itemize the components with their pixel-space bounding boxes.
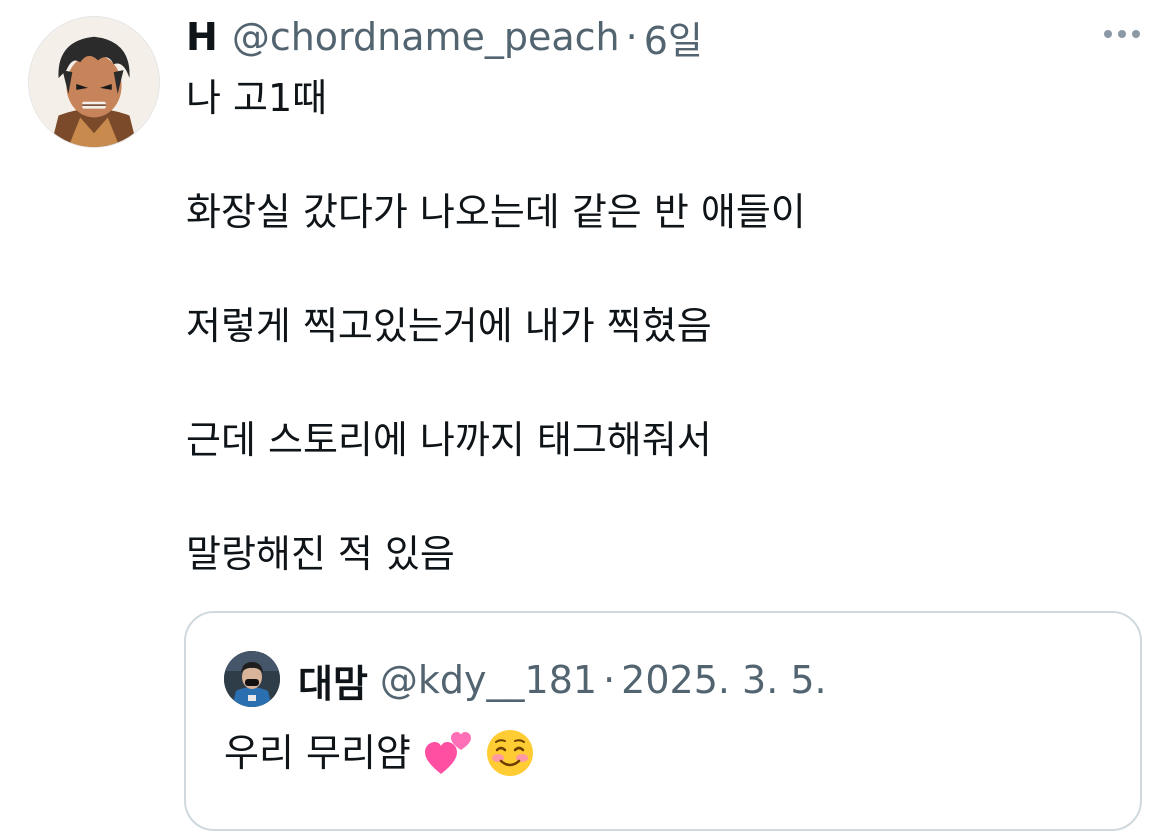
separator-dot: ·	[603, 658, 616, 702]
quoted-tweet-card[interactable]: 대맘 @kdy__181 · 2025. 3. 5. 우리 무리얌	[184, 611, 1142, 831]
author-avatar[interactable]	[28, 16, 160, 148]
tweet-body: 나 고1때 화장실 갔다가 나오는데 같은 반 애들이 저렇게 찍고있는거에 내…	[186, 70, 1126, 640]
quoted-tweet-text: 우리 무리얌	[224, 731, 411, 775]
tweet-timestamp[interactable]: 6일	[644, 10, 703, 65]
smiling-face-emoji	[485, 728, 535, 778]
quoted-tweet-timestamp[interactable]: 2025. 3. 5.	[621, 658, 826, 702]
quoted-tweet-body: 우리 무리얌	[224, 727, 535, 779]
tweet-line: 나 고1때	[186, 76, 328, 120]
quoted-tweet-header: 대맘 @kdy__181 · 2025. 3. 5.	[298, 653, 827, 707]
tweet-line: 근데 스토리에 나까지 태그해줘서	[186, 418, 712, 462]
author-display-name[interactable]: H	[186, 15, 218, 59]
separator-dot: ·	[625, 15, 638, 59]
quoted-author-avatar[interactable]	[224, 651, 280, 707]
tweet-line: 저렇게 찍고있는거에 내가 찍혔음	[186, 304, 712, 348]
tweet-line: 화장실 갔다가 나오는데 같은 반 애들이	[186, 190, 806, 234]
quoted-author-display-name[interactable]: 대맘	[298, 653, 368, 708]
more-horizontal-icon[interactable]	[1102, 22, 1142, 46]
tweet-line: 말랑해진 적 있음	[186, 532, 455, 576]
tweet-header: H @chordname_peach · 6일	[186, 10, 703, 64]
two-hearts-emoji	[423, 728, 473, 778]
author-handle[interactable]: @chordname_peach	[232, 15, 620, 59]
quoted-author-handle[interactable]: @kdy__181	[380, 658, 597, 702]
tweet: H @chordname_peach · 6일 나 고1때 화장실 갔다가 나오…	[0, 0, 1170, 831]
